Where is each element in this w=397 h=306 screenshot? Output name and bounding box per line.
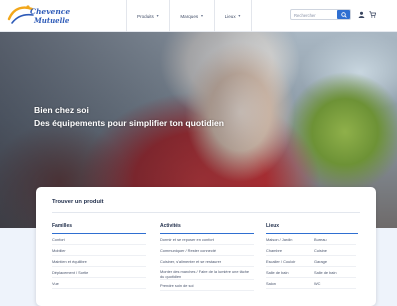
column-familles: Familles Confort Mobilier Maintien et éq… xyxy=(52,223,146,289)
list-item[interactable]: Maison / Jardin xyxy=(266,234,314,245)
list-item[interactable]: Confort xyxy=(52,234,146,245)
list-item[interactable]: WC xyxy=(314,278,356,289)
list-item[interactable]: Cuisine xyxy=(314,245,356,256)
chevron-down-icon: ▼ xyxy=(155,14,160,18)
activites-list: Dormir et se reposer en confort Communiq… xyxy=(160,234,254,291)
search-input[interactable] xyxy=(294,11,336,19)
logo-text-line1: Chevence xyxy=(30,7,71,16)
lieux-list: Maison / Jardin Bureau Chambre Cuisine E… xyxy=(266,234,358,289)
list-item[interactable]: Escalier / Couloir xyxy=(266,256,314,267)
search-icon xyxy=(340,11,347,18)
nav-marques-label: Marques xyxy=(180,13,199,19)
list-item[interactable]: Communiquer / Rester connecté xyxy=(160,245,254,256)
list-item[interactable]: Vue xyxy=(52,278,146,289)
search-button[interactable] xyxy=(337,10,350,19)
column-heading-activites: Activités xyxy=(160,223,254,234)
nav-produits[interactable]: Produits ▼ xyxy=(126,0,169,32)
divider xyxy=(52,212,360,213)
hero-title: Bien chez soi xyxy=(34,105,89,115)
search-box xyxy=(290,9,351,20)
site-logo[interactable]: Chevence Mutuelle xyxy=(6,3,70,29)
nav-marques[interactable]: Marques ▼ xyxy=(169,0,213,32)
column-activites: Activités Dormir et se reposer en confor… xyxy=(160,223,254,291)
list-item[interactable]: Monter des marches / Faire de la lumière… xyxy=(160,267,254,280)
chevron-down-icon: ▼ xyxy=(237,14,242,18)
logo-text-line2: Mutuelle xyxy=(34,16,70,25)
column-heading-familles: Familles xyxy=(52,223,146,234)
list-item[interactable]: Mobilier xyxy=(52,245,146,256)
list-item[interactable]: Bureau xyxy=(314,234,356,245)
list-item[interactable]: Garage xyxy=(314,256,356,267)
list-item[interactable]: Salle de bain xyxy=(314,267,356,278)
hero-subtitle: Des équipements pour simplifier ton quot… xyxy=(34,118,225,128)
chevron-down-icon: ▼ xyxy=(200,14,204,18)
list-item[interactable]: Salle de bain xyxy=(266,267,314,278)
list-item[interactable]: Prendre soin de soi xyxy=(160,280,254,291)
cart-icon[interactable] xyxy=(368,10,376,18)
list-item[interactable]: Salon xyxy=(266,278,314,289)
product-finder-card: Trouver un produit Familles Confort Mobi… xyxy=(36,187,376,306)
list-item[interactable]: Cuisiner, s'alimenter et se restaurer xyxy=(160,256,254,267)
list-item[interactable]: Dormir et se reposer en confort xyxy=(160,234,254,245)
nav-lieux[interactable]: Lieux ▼ xyxy=(213,0,253,32)
nav-lieux-label: Lieux xyxy=(224,13,236,19)
list-item[interactable]: Maintien et équilibre xyxy=(52,256,146,267)
column-lieux: Lieux Maison / Jardin Bureau Chambre Cui… xyxy=(266,223,358,289)
main-nav: Produits ▼ Marques ▼ Lieux ▼ xyxy=(126,0,253,32)
list-item[interactable]: Chambre xyxy=(266,245,314,256)
site-header: Chevence Mutuelle Produits ▼ Marques ▼ L… xyxy=(0,0,397,32)
column-heading-lieux: Lieux xyxy=(266,223,358,234)
familles-list: Confort Mobilier Maintien et équilibre D… xyxy=(52,234,146,289)
nav-produits-label: Produits xyxy=(137,13,154,19)
product-finder-title: Trouver un produit xyxy=(52,199,104,205)
user-account-icon[interactable] xyxy=(357,10,365,18)
list-item[interactable]: Déplacement / Sortie xyxy=(52,267,146,278)
